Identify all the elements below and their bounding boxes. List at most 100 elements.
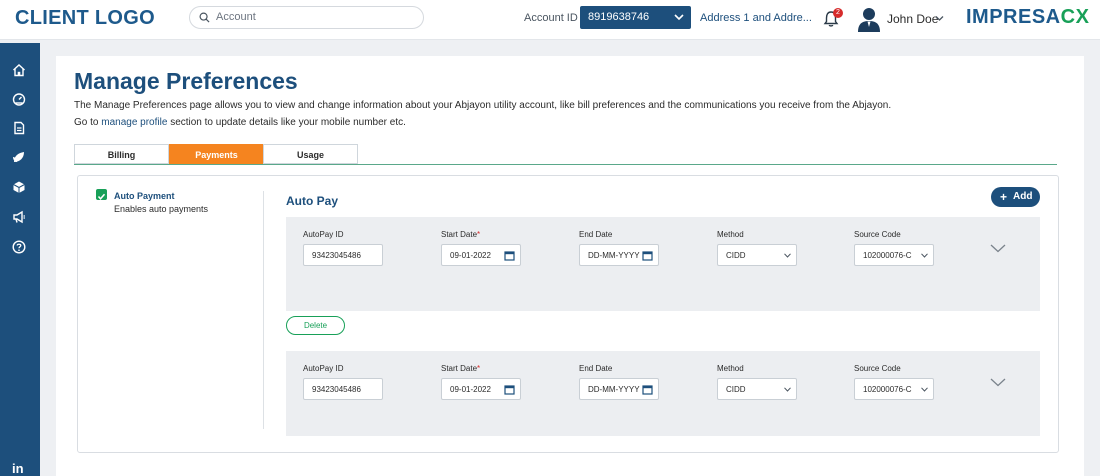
- avatar[interactable]: [857, 6, 881, 32]
- help-icon[interactable]: [12, 240, 26, 254]
- tab-payments[interactable]: Payments: [169, 144, 264, 164]
- account-id-select[interactable]: 8919638746: [580, 6, 691, 29]
- chevron-down-icon: [784, 387, 791, 392]
- megaphone-icon[interactable]: [12, 210, 26, 224]
- start-date-label: Start Date*: [441, 230, 481, 239]
- autopay-id-value: 93423045486: [312, 251, 361, 260]
- manage-profile-hint: Go to manage profile section to update d…: [74, 117, 406, 128]
- method-value: CIDD: [726, 385, 746, 394]
- address-selector[interactable]: Address 1 and Addre...: [700, 12, 812, 24]
- source-code-select[interactable]: 102000076-C: [854, 244, 934, 266]
- box-icon[interactable]: [12, 180, 26, 194]
- auto-payment-checkbox[interactable]: [96, 189, 107, 200]
- brand-logo: IMPRESACX: [966, 6, 1089, 29]
- end-date-value: DD-MM-YYYY: [588, 385, 640, 394]
- page-description: The Manage Preferences page allows you t…: [74, 100, 892, 111]
- source-code-field: Source Code 102000076-C: [854, 364, 934, 400]
- source-code-value: 102000076-C: [863, 385, 912, 394]
- method-value: CIDD: [726, 251, 746, 260]
- end-date-input[interactable]: DD-MM-YYYY: [579, 378, 659, 400]
- home-icon[interactable]: [12, 63, 26, 77]
- tab-usage[interactable]: Usage: [263, 144, 358, 164]
- calendar-icon[interactable]: [642, 384, 653, 395]
- account-id-label: Account ID: [524, 12, 578, 24]
- autopay-id-label: AutoPay ID: [303, 364, 344, 373]
- chevron-down-icon: [674, 14, 684, 21]
- autopay-entry: AutoPay ID 93423045486 Start Date* 09-01…: [286, 351, 1040, 436]
- leaf-icon[interactable]: [12, 150, 26, 164]
- autopay-title: Auto Pay: [286, 194, 339, 208]
- method-select[interactable]: CIDD: [717, 244, 797, 266]
- tab-billing[interactable]: Billing: [74, 144, 169, 164]
- brand-main: IMPRESA: [966, 6, 1061, 28]
- account-search-input[interactable]: Account: [189, 6, 424, 29]
- client-logo[interactable]: CLIENT LOGO: [15, 7, 155, 30]
- chevron-down-icon[interactable]: [935, 15, 944, 22]
- method-label: Method: [717, 364, 744, 373]
- page-title: Manage Preferences: [74, 68, 298, 94]
- expand-chevron-icon[interactable]: [990, 378, 1006, 387]
- start-date-input[interactable]: 09-01-2022: [441, 378, 521, 400]
- notification-badge: 2: [833, 8, 843, 18]
- delete-autopay-button[interactable]: Delete: [286, 316, 345, 335]
- add-button-label: Add: [1013, 191, 1033, 202]
- method-field: Method CIDD: [717, 230, 797, 266]
- linkedin-icon[interactable]: in: [12, 461, 24, 476]
- manage-preferences-card: Manage Preferences The Manage Preference…: [56, 56, 1084, 476]
- chevron-down-icon: [784, 253, 791, 258]
- check-icon: [97, 193, 106, 200]
- start-date-value: 09-01-2022: [450, 385, 491, 394]
- chevron-down-icon: [921, 387, 928, 392]
- end-date-field: End Date DD-MM-YYYY: [579, 230, 659, 266]
- user-name[interactable]: John Doe: [887, 12, 938, 26]
- end-date-field: End Date DD-MM-YYYY: [579, 364, 659, 400]
- start-date-label: Start Date*: [441, 364, 481, 373]
- autopay-entry: AutoPay ID 93423045486 Start Date* 09-01…: [286, 217, 1040, 311]
- document-icon[interactable]: [12, 121, 26, 135]
- method-field: Method CIDD: [717, 364, 797, 400]
- search-icon: [199, 12, 210, 23]
- start-date-field: Start Date* 09-01-2022: [441, 230, 521, 266]
- goto-suffix: section to update details like your mobi…: [170, 117, 406, 128]
- start-date-input[interactable]: 09-01-2022: [441, 244, 521, 266]
- plus-icon: +: [1000, 190, 1008, 204]
- payments-panel: Auto Payment Enables auto payments Auto …: [77, 175, 1059, 453]
- side-nav: in: [0, 43, 40, 476]
- source-code-field: Source Code 102000076-C: [854, 230, 934, 266]
- end-date-value: DD-MM-YYYY: [588, 251, 640, 260]
- end-date-label: End Date: [579, 364, 613, 373]
- calendar-icon[interactable]: [504, 250, 515, 261]
- autopay-id-input[interactable]: 93423045486: [303, 378, 383, 400]
- goto-prefix: Go to: [74, 117, 99, 128]
- calendar-icon[interactable]: [642, 250, 653, 261]
- autopay-id-value: 93423045486: [312, 385, 361, 394]
- top-header: CLIENT LOGO Account Account ID 891963874…: [0, 0, 1100, 40]
- source-code-value: 102000076-C: [863, 251, 912, 260]
- start-date-value: 09-01-2022: [450, 251, 491, 260]
- method-label: Method: [717, 230, 744, 239]
- autopay-id-label: AutoPay ID: [303, 230, 344, 239]
- search-placeholder: Account: [216, 11, 256, 23]
- manage-profile-link[interactable]: manage profile: [101, 117, 167, 128]
- chevron-down-icon: [921, 253, 928, 258]
- required-mark: *: [477, 364, 481, 373]
- calendar-icon[interactable]: [504, 384, 515, 395]
- end-date-input[interactable]: DD-MM-YYYY: [579, 244, 659, 266]
- auto-payment-sublabel: Enables auto payments: [114, 204, 209, 214]
- autopay-id-field: AutoPay ID 93423045486: [303, 364, 383, 400]
- source-code-label: Source Code: [854, 364, 901, 373]
- end-date-label: End Date: [579, 230, 613, 239]
- autopay-id-field: AutoPay ID 93423045486: [303, 230, 383, 266]
- source-code-select[interactable]: 102000076-C: [854, 378, 934, 400]
- autopay-id-input[interactable]: 93423045486: [303, 244, 383, 266]
- panel-divider: [263, 191, 264, 429]
- dashboard-icon[interactable]: [12, 92, 26, 106]
- auto-payment-label: Auto Payment: [114, 191, 175, 201]
- expand-chevron-icon[interactable]: [990, 244, 1006, 253]
- account-id-value: 8919638746: [588, 11, 650, 23]
- required-mark: *: [477, 230, 481, 239]
- method-select[interactable]: CIDD: [717, 378, 797, 400]
- brand-accent: CX: [1060, 6, 1090, 28]
- source-code-label: Source Code: [854, 230, 901, 239]
- add-autopay-button[interactable]: + Add: [991, 187, 1040, 207]
